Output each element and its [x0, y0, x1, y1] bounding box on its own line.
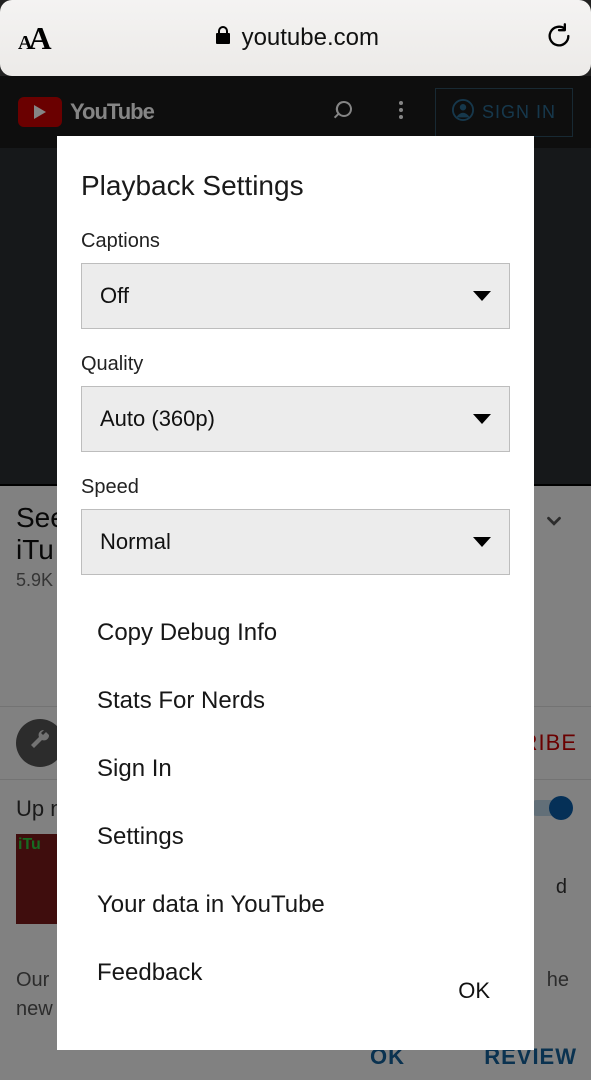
sign-in-label: SIGN IN: [482, 102, 556, 123]
speed-select[interactable]: Normal: [81, 509, 510, 575]
quality-value: Auto (360p): [100, 406, 215, 432]
copy-debug-info-item[interactable]: Copy Debug Info: [81, 599, 510, 667]
reader-text-size-button[interactable]: AA: [18, 20, 48, 57]
caret-down-icon: [473, 537, 491, 547]
sign-in-item[interactable]: Sign In: [81, 735, 510, 803]
search-button[interactable]: [319, 98, 367, 127]
caret-down-icon: [473, 291, 491, 301]
speed-label: Speed: [81, 476, 510, 499]
stats-for-nerds-item[interactable]: Stats For Nerds: [81, 667, 510, 735]
expand-description-button[interactable]: [543, 510, 565, 538]
browser-url-bar: AA youtube.com: [0, 0, 591, 76]
text-size-big-a: A: [28, 20, 47, 56]
feedback-item[interactable]: Feedback: [81, 939, 510, 1007]
wrench-icon: [28, 728, 52, 758]
kebab-icon: [389, 109, 413, 126]
dialog-title: Playback Settings: [81, 170, 510, 202]
youtube-logo[interactable]: YouTube: [18, 97, 154, 127]
settings-menu-list: Copy Debug Info Stats For Nerds Sign In …: [81, 599, 510, 1007]
captions-label: Captions: [81, 230, 510, 253]
lock-icon: [214, 24, 232, 52]
autoplay-toggle[interactable]: [529, 796, 569, 820]
up-next-label: Up n: [16, 796, 62, 822]
quality-select[interactable]: Auto (360p): [81, 386, 510, 452]
text-size-small-a: A: [18, 32, 28, 54]
account-icon: [452, 99, 474, 126]
chevron-down-icon: [543, 512, 565, 537]
settings-item[interactable]: Settings: [81, 803, 510, 871]
captions-select[interactable]: Off: [81, 263, 510, 329]
your-data-item[interactable]: Your data in YouTube: [81, 871, 510, 939]
captions-value: Off: [100, 283, 129, 309]
youtube-wordmark: YouTube: [70, 99, 154, 125]
youtube-play-icon: [18, 97, 62, 127]
ok-button[interactable]: OK: [450, 972, 498, 1010]
speed-value: Normal: [100, 529, 171, 555]
playback-settings-dialog: Playback Settings Captions Off Quality A…: [57, 136, 534, 1050]
address-text: youtube.com: [242, 24, 379, 52]
caret-down-icon: [473, 414, 491, 424]
reload-button[interactable]: [545, 22, 573, 55]
overflow-menu-button[interactable]: [377, 98, 425, 127]
sign-in-button[interactable]: SIGN IN: [435, 88, 573, 137]
address-field[interactable]: youtube.com: [60, 24, 533, 52]
search-icon: [331, 109, 355, 126]
quality-label: Quality: [81, 353, 510, 376]
